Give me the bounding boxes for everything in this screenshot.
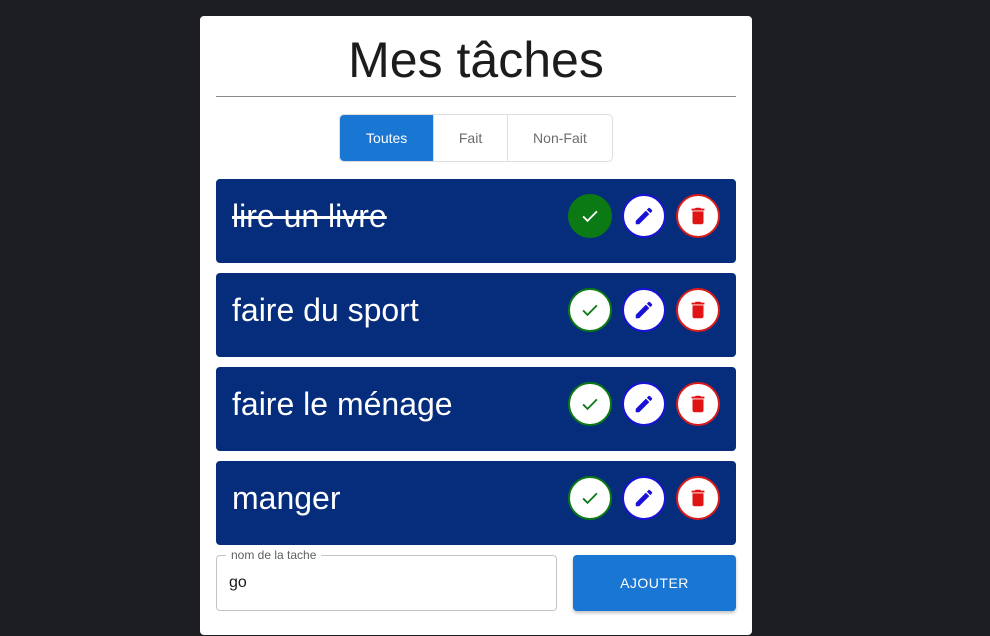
filter-done-button[interactable]: Fait: [433, 115, 506, 161]
delete-task-button[interactable]: [676, 476, 720, 520]
task-name-field: nom de la tache: [216, 548, 557, 611]
edit-task-button[interactable]: [622, 476, 666, 520]
delete-task-button[interactable]: [676, 288, 720, 332]
edit-task-button[interactable]: [622, 194, 666, 238]
filter-not-done-button[interactable]: Non-Fait: [506, 115, 612, 161]
pencil-icon: [635, 301, 653, 319]
edit-task-button[interactable]: [622, 288, 666, 332]
pencil-icon: [635, 489, 653, 507]
title-divider: [216, 96, 736, 97]
delete-task-button[interactable]: [676, 382, 720, 426]
page-title: Mes tâches: [348, 32, 604, 88]
check-icon: [582, 304, 598, 317]
toggle-done-button[interactable]: [568, 288, 612, 332]
pencil-icon: [635, 207, 653, 225]
header: Mes tâches: [200, 30, 752, 90]
delete-task-button[interactable]: [676, 194, 720, 238]
toggle-done-button[interactable]: [568, 194, 612, 238]
trash-icon: [691, 489, 705, 507]
check-icon: [582, 398, 598, 411]
task-item: lire un livre: [216, 179, 736, 263]
task-item: manger: [216, 461, 736, 545]
add-task-button[interactable]: AJOUTER: [573, 555, 736, 611]
filter-toggle-group: Toutes Fait Non-Fait: [339, 114, 613, 162]
task-name-label: nom de la tache: [226, 548, 322, 562]
task-label: lire un livre: [232, 197, 387, 234]
task-name-input[interactable]: [229, 572, 539, 594]
task-item: faire du sport: [216, 273, 736, 357]
trash-icon: [691, 301, 705, 319]
toggle-done-button[interactable]: [568, 382, 612, 426]
edit-task-button[interactable]: [622, 382, 666, 426]
todo-card: Mes tâches Toutes Fait Non-Fait lire un …: [200, 16, 752, 635]
task-label: manger: [232, 479, 341, 516]
trash-icon: [691, 207, 705, 225]
check-icon: [582, 210, 598, 223]
pencil-icon: [635, 395, 653, 413]
filter-all-button[interactable]: Toutes: [340, 115, 434, 161]
task-label: faire du sport: [232, 291, 419, 328]
task-item: faire le ménage: [216, 367, 736, 451]
check-icon: [582, 492, 598, 505]
toggle-done-button[interactable]: [568, 476, 612, 520]
trash-icon: [691, 395, 705, 413]
task-label: faire le ménage: [232, 385, 453, 422]
